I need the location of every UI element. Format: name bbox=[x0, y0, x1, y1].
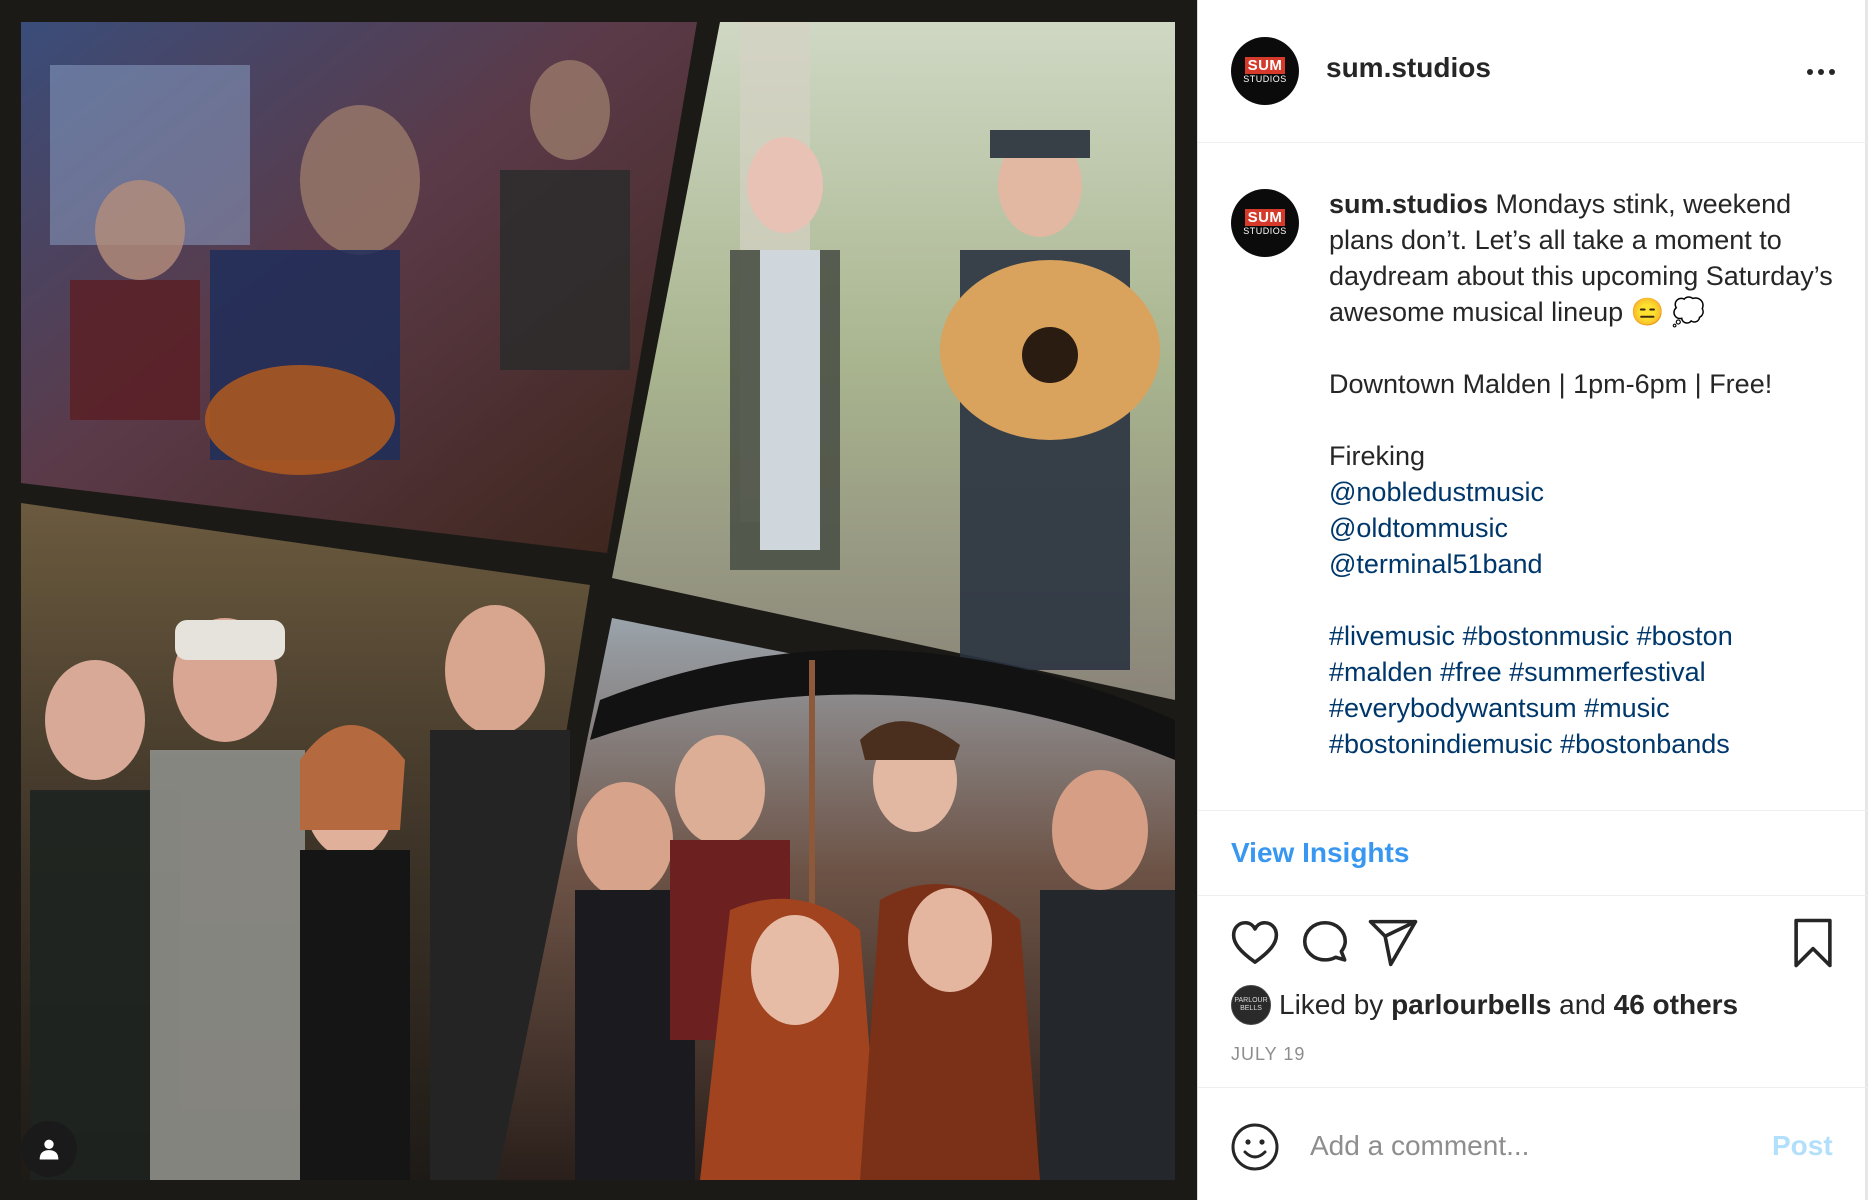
photo-collage bbox=[21, 22, 1175, 1180]
avatar-logo-top: SUM bbox=[1244, 209, 1286, 226]
comment-button[interactable] bbox=[1298, 916, 1352, 970]
hashtag-line[interactable]: #everybodywantsum #music bbox=[1329, 690, 1834, 726]
caption-lineup-first: Fireking bbox=[1329, 441, 1426, 471]
comment-bar: Post bbox=[1198, 1087, 1868, 1200]
heart-icon bbox=[1231, 920, 1279, 964]
likes-others-link[interactable]: 46 others bbox=[1614, 989, 1739, 1021]
post-comment-button[interactable]: Post bbox=[1772, 1130, 1833, 1162]
dot bbox=[1807, 69, 1813, 75]
liker-avatar[interactable]: PARLOUR BELLS bbox=[1231, 985, 1271, 1025]
caption-text: sum.studios Mondays stink, weekend plans… bbox=[1329, 186, 1834, 762]
caption-avatar[interactable]: SUM STUDIOS bbox=[1231, 189, 1299, 257]
likes-prefix: Liked by bbox=[1279, 989, 1384, 1020]
comment-icon bbox=[1302, 920, 1348, 962]
avatar-logo-bottom: STUDIOS bbox=[1243, 226, 1287, 236]
post-header: SUM STUDIOS sum.studios bbox=[1198, 0, 1868, 143]
avatar-logo-bottom: STUDIOS bbox=[1243, 74, 1287, 84]
emoji-icon bbox=[1231, 1123, 1279, 1171]
caption-area: SUM STUDIOS sum.studios Mondays stink, w… bbox=[1198, 144, 1868, 810]
insights-row: View Insights bbox=[1198, 810, 1868, 896]
share-button[interactable] bbox=[1366, 916, 1420, 970]
liker-username[interactable]: parlourbells bbox=[1391, 989, 1551, 1021]
save-button[interactable] bbox=[1786, 916, 1840, 970]
more-options-icon[interactable] bbox=[1801, 57, 1841, 87]
likes-middle: and bbox=[1559, 989, 1606, 1020]
mention-link[interactable]: @nobledustmusic bbox=[1329, 474, 1834, 510]
liker-avatar-text: PARLOUR BELLS bbox=[1234, 997, 1268, 1012]
tagged-user-button[interactable] bbox=[21, 1121, 77, 1177]
dot bbox=[1829, 69, 1835, 75]
caption-username[interactable]: sum.studios bbox=[1329, 189, 1488, 219]
profile-avatar[interactable]: SUM STUDIOS bbox=[1231, 37, 1299, 105]
post-media[interactable] bbox=[0, 0, 1197, 1200]
share-icon bbox=[1368, 919, 1418, 967]
view-insights-link[interactable]: View Insights bbox=[1231, 837, 1409, 869]
like-button[interactable] bbox=[1228, 916, 1282, 970]
hashtag-line[interactable]: #livemusic #bostonmusic #boston bbox=[1329, 618, 1834, 654]
post-side-panel: SUM STUDIOS sum.studios SUM STUDIOS sum.… bbox=[1197, 0, 1868, 1200]
caption-event: Downtown Malden | 1pm-6pm | Free! bbox=[1329, 369, 1773, 399]
avatar-logo-top: SUM bbox=[1244, 57, 1286, 74]
hashtag-line[interactable]: #malden #free #summerfestival bbox=[1329, 654, 1834, 690]
dot bbox=[1818, 69, 1824, 75]
likes-summary: PARLOUR BELLS Liked by parlourbells and … bbox=[1231, 985, 1738, 1025]
mention-link[interactable]: @terminal51band bbox=[1329, 546, 1834, 582]
bookmark-icon bbox=[1794, 918, 1832, 968]
emoji-button[interactable] bbox=[1230, 1122, 1280, 1172]
comment-input[interactable] bbox=[1310, 1120, 1750, 1172]
action-bar bbox=[1198, 896, 1868, 996]
post-date[interactable]: JULY 19 bbox=[1231, 1044, 1305, 1065]
hashtag-line[interactable]: #bostonindiemusic #bostonbands bbox=[1329, 726, 1834, 762]
post-view: SUM STUDIOS sum.studios SUM STUDIOS sum.… bbox=[0, 0, 1868, 1200]
header-username[interactable]: sum.studios bbox=[1326, 52, 1491, 84]
tagged-user-icon bbox=[39, 1139, 59, 1160]
mention-link[interactable]: @oldtommusic bbox=[1329, 510, 1834, 546]
